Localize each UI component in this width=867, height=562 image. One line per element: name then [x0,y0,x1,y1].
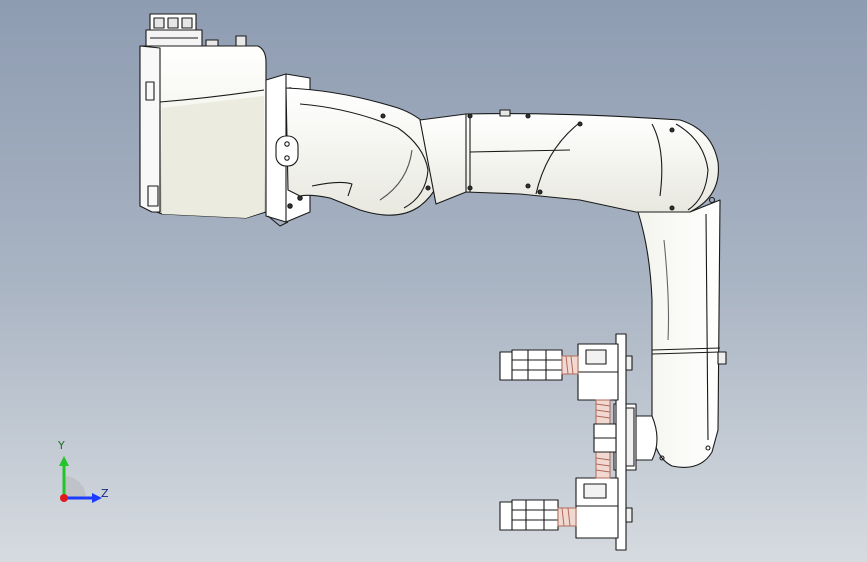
z-axis-label: Z [101,487,109,500]
vertical-spring-upper [595,399,611,425]
triad-axes [59,456,102,503]
upper-arm[interactable] [275,87,444,216]
elbow-link[interactable] [419,109,719,213]
orientation-triad[interactable]: Y Z [40,436,130,516]
base-connector [145,13,247,49]
end-effector[interactable] [499,333,633,551]
gripper-upper[interactable] [499,349,579,381]
vertical-spring-lower [595,451,611,479]
graphics-viewport[interactable]: Y Z [0,0,867,562]
x-axis-dot [60,494,68,502]
triad-plane-indicator [64,476,86,498]
robot-arm-model[interactable] [0,0,867,562]
y-axis-arrow [59,456,69,466]
gripper-lower[interactable] [499,499,577,531]
y-axis-label: Y [58,439,65,452]
base-housing[interactable] [139,13,311,227]
